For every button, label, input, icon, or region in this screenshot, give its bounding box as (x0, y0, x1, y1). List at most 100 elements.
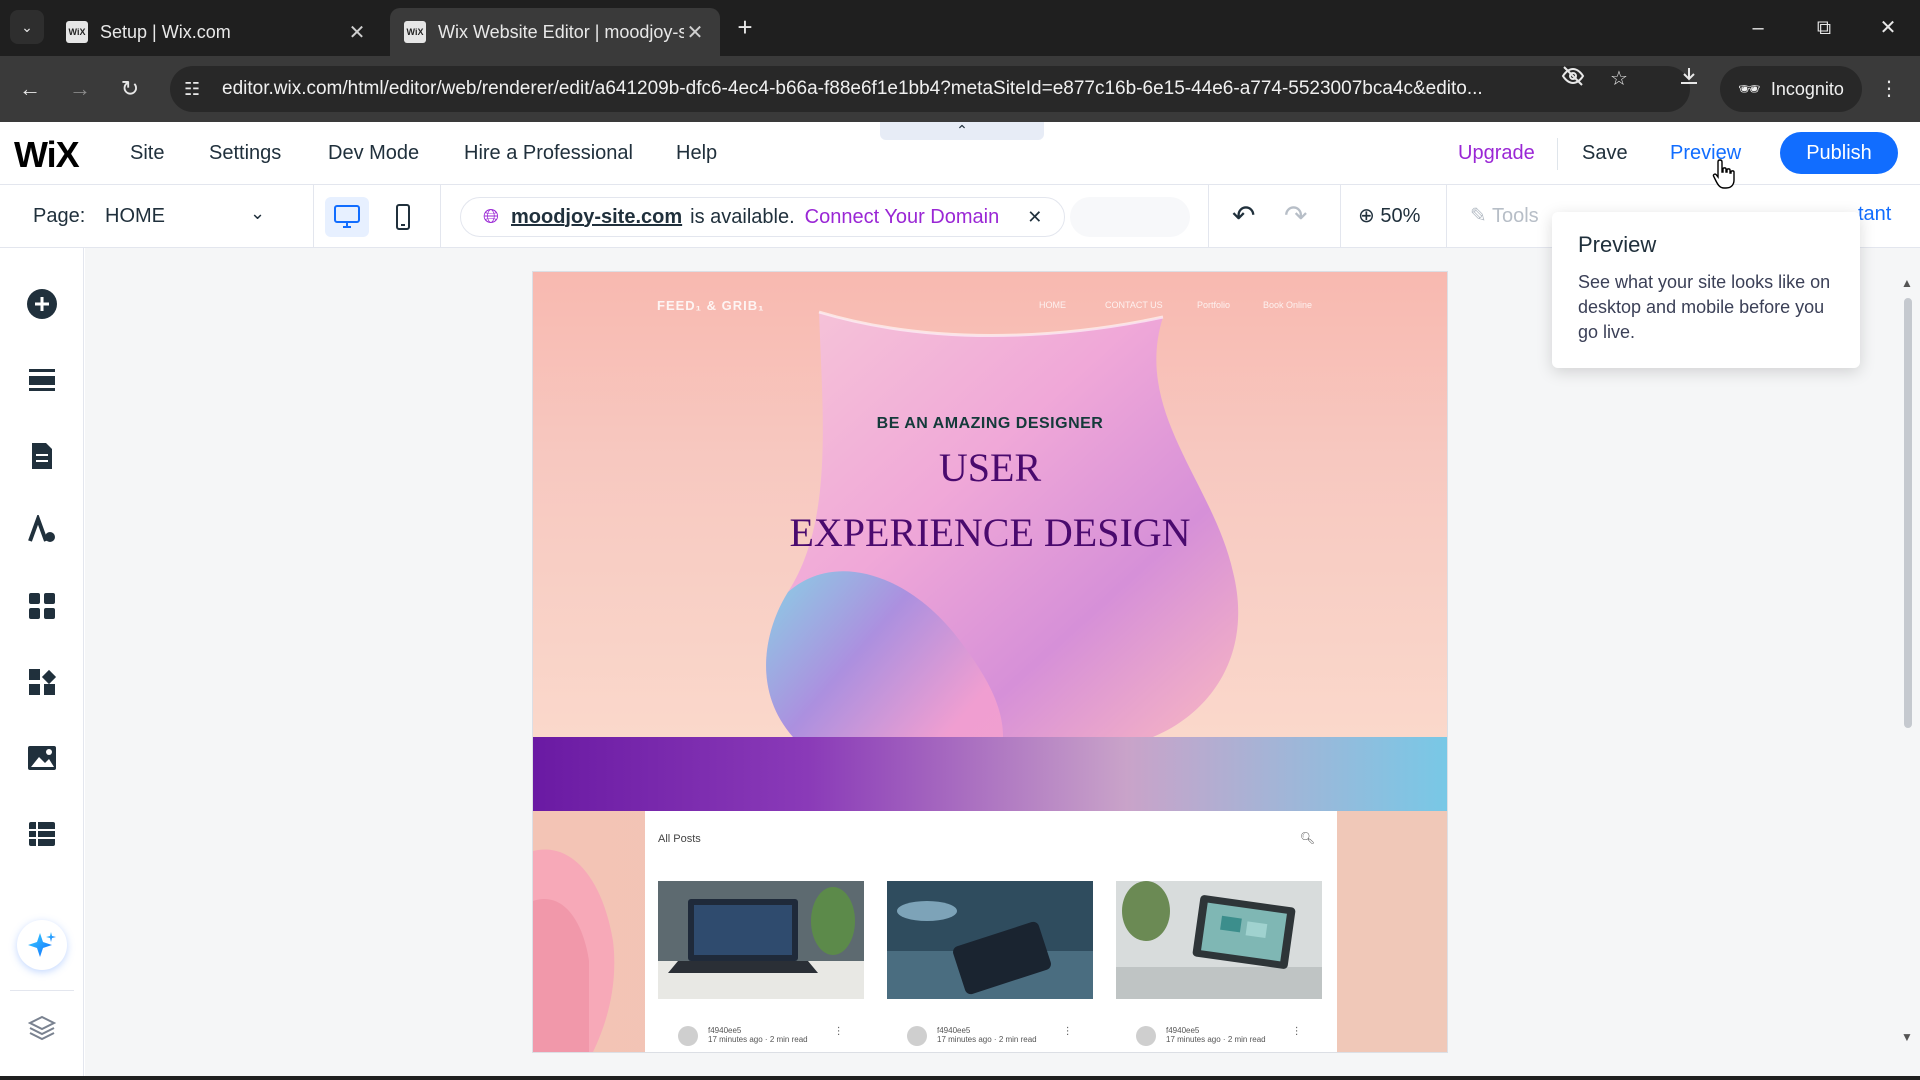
post-meta: f4940ee5 17 minutes ago · 2 min read ⋮ (1116, 1026, 1322, 1046)
incognito-badge[interactable]: 🕶 Incognito (1720, 66, 1862, 112)
more-menu-icon[interactable]: ⋮ (1874, 74, 1904, 104)
zoom-button[interactable]: ⊕ 50% (1358, 203, 1420, 228)
eye-off-icon[interactable] (1558, 64, 1588, 94)
site-preview[interactable]: FEED₁ & GRIB₁ HOME CONTACT US Portfolio … (533, 272, 1447, 1052)
site-nav-contact[interactable]: CONTACT US (1105, 300, 1163, 310)
site-nav-book-online[interactable]: Book Online (1263, 300, 1312, 310)
site-brand[interactable]: FEED₁ & GRIB₁ (657, 298, 765, 313)
business-apps-button[interactable] (22, 662, 62, 702)
close-icon[interactable]: ✕ (1027, 207, 1042, 228)
menu-dev-mode[interactable]: Dev Mode (328, 142, 419, 165)
left-tool-rail (0, 248, 84, 1080)
back-button[interactable]: ← (14, 73, 46, 105)
blog-heading[interactable]: All Posts (658, 833, 701, 845)
hero-kicker[interactable]: BE AN AMAZING DESIGNER (533, 415, 1447, 433)
wix-logo[interactable]: WiX (14, 134, 80, 176)
tab-title: Wix Website Editor | moodjoy-s (438, 21, 684, 42)
add-apps-button[interactable] (22, 586, 62, 626)
blog-feed[interactable]: All Posts 🔍︎ f4940ee5 17 minutes ago · 2… (645, 811, 1337, 1052)
menu-settings[interactable]: Settings (209, 142, 281, 165)
sections-button[interactable] (22, 360, 62, 400)
redo-button[interactable]: ↷ (1284, 199, 1307, 232)
post-author[interactable]: f4940ee5 (937, 1026, 1037, 1035)
scroll-up-arrow-icon[interactable]: ▲ (1901, 276, 1913, 290)
scroll-down-arrow-icon[interactable]: ▼ (1901, 1030, 1913, 1044)
post-author[interactable]: f4940ee5 (708, 1026, 808, 1035)
close-window-button[interactable]: ✕ (1868, 12, 1908, 44)
canvas-scrollbar-thumb[interactable] (1904, 298, 1912, 728)
blog-post-card[interactable]: f4940ee5 17 minutes ago · 2 min read ⋮ (887, 881, 1093, 1046)
bookmark-star-icon[interactable]: ☆ (1604, 64, 1634, 94)
layers-button[interactable] (22, 1008, 62, 1048)
divider (1557, 138, 1558, 170)
browser-tab-editor[interactable]: WiX Wix Website Editor | moodjoy-s ✕ (390, 8, 720, 56)
url-text[interactable]: editor.wix.com/html/editor/web/renderer/… (222, 78, 1587, 100)
reload-button[interactable]: ↻ (114, 73, 146, 105)
assistant-button[interactable]: tant (1858, 203, 1891, 226)
hand-cursor-icon (1712, 159, 1735, 189)
more-options-icon[interactable]: ⋮ (1063, 1026, 1073, 1037)
download-icon[interactable] (1674, 64, 1704, 94)
cms-button[interactable] (22, 814, 62, 854)
new-tab-button[interactable]: + (730, 12, 760, 42)
upgrade-button[interactable]: Upgrade (1458, 142, 1535, 165)
collapse-toolbar-button[interactable]: ⌃ (880, 122, 1044, 140)
browser-tab-setup[interactable]: WiX Setup | Wix.com ✕ (52, 8, 382, 56)
ai-assistant-button[interactable] (17, 920, 67, 970)
menu-hire-professional[interactable]: Hire a Professional (464, 142, 633, 165)
menu-site[interactable]: Site (130, 142, 164, 165)
window-bottom-edge (0, 1076, 1920, 1080)
blog-post-card[interactable]: f4940ee5 17 minutes ago · 2 min read ⋮ (1116, 881, 1322, 1046)
preview-tooltip: Preview See what your site looks like on… (1552, 212, 1860, 368)
apps-grid-icon (29, 593, 55, 619)
hero-title-line2[interactable]: EXPERIENCE DESIGN (533, 509, 1447, 556)
editor-canvas[interactable]: FEED₁ & GRIB₁ HOME CONTACT US Portfolio … (85, 248, 1920, 1080)
mobile-view-button[interactable] (381, 197, 425, 237)
chevron-down-icon[interactable]: ⌄ (250, 203, 265, 224)
undo-button[interactable]: ↶ (1232, 199, 1255, 232)
pages-button[interactable] (22, 436, 62, 476)
globe-icon: 🌐︎ (483, 205, 499, 228)
plus-icon: + (737, 12, 753, 42)
publish-button[interactable]: Publish (1780, 132, 1898, 174)
minimize-button[interactable]: – (1738, 12, 1778, 44)
gradient-strip[interactable] (533, 737, 1447, 811)
more-options-icon[interactable]: ⋮ (834, 1026, 844, 1037)
add-elements-button[interactable] (22, 284, 62, 324)
site-settings-icon[interactable]: ☷ (184, 79, 214, 100)
forward-button[interactable]: → (64, 73, 96, 105)
site-nav-portfolio[interactable]: Portfolio (1197, 300, 1230, 310)
design-button[interactable] (22, 510, 62, 550)
blog-section[interactable]: All Posts 🔍︎ f4940ee5 17 minutes ago · 2… (533, 811, 1447, 1052)
media-button[interactable] (22, 738, 62, 778)
chair-graphic (533, 849, 615, 1052)
mobile-icon (396, 204, 410, 230)
puzzle-icon (29, 669, 57, 695)
post-author[interactable]: f4940ee5 (1166, 1026, 1266, 1035)
page-label: Page: (33, 205, 86, 227)
close-icon[interactable]: ✕ (346, 20, 368, 45)
domain-name[interactable]: moodjoy-site.com (511, 206, 682, 229)
post-image-tablet (1116, 881, 1322, 999)
hero-title-line1[interactable]: USER (533, 444, 1447, 491)
hero-section[interactable]: FEED₁ & GRIB₁ HOME CONTACT US Portfolio … (533, 272, 1447, 737)
connect-domain-link[interactable]: Connect Your Domain (805, 206, 1000, 229)
site-nav-home[interactable]: HOME (1039, 300, 1066, 310)
more-options-icon[interactable]: ⋮ (1292, 1026, 1302, 1037)
reload-icon: ↻ (120, 76, 140, 101)
menu-help[interactable]: Help (676, 142, 717, 165)
search-icon[interactable]: 🔍︎ (1300, 831, 1315, 845)
blog-post-card[interactable]: f4940ee5 17 minutes ago · 2 min read ⋮ (658, 881, 864, 1046)
tooltip-body: See what your site looks like on desktop… (1578, 272, 1831, 342)
page-selector-value[interactable]: HOME (105, 205, 165, 228)
tab-search-button[interactable]: ⌄ (10, 10, 44, 44)
address-bar[interactable]: ☷ editor.wix.com/html/editor/web/rendere… (170, 66, 1690, 112)
tools-button[interactable]: ✎ Tools (1470, 203, 1539, 228)
close-icon[interactable]: ✕ (684, 20, 706, 45)
restore-button[interactable]: ⧉ (1804, 12, 1844, 44)
desktop-view-button[interactable] (325, 197, 369, 237)
table-icon (29, 822, 55, 846)
post-image-laptop (658, 881, 864, 999)
minimize-icon: – (1752, 17, 1764, 39)
save-button[interactable]: Save (1582, 142, 1628, 165)
